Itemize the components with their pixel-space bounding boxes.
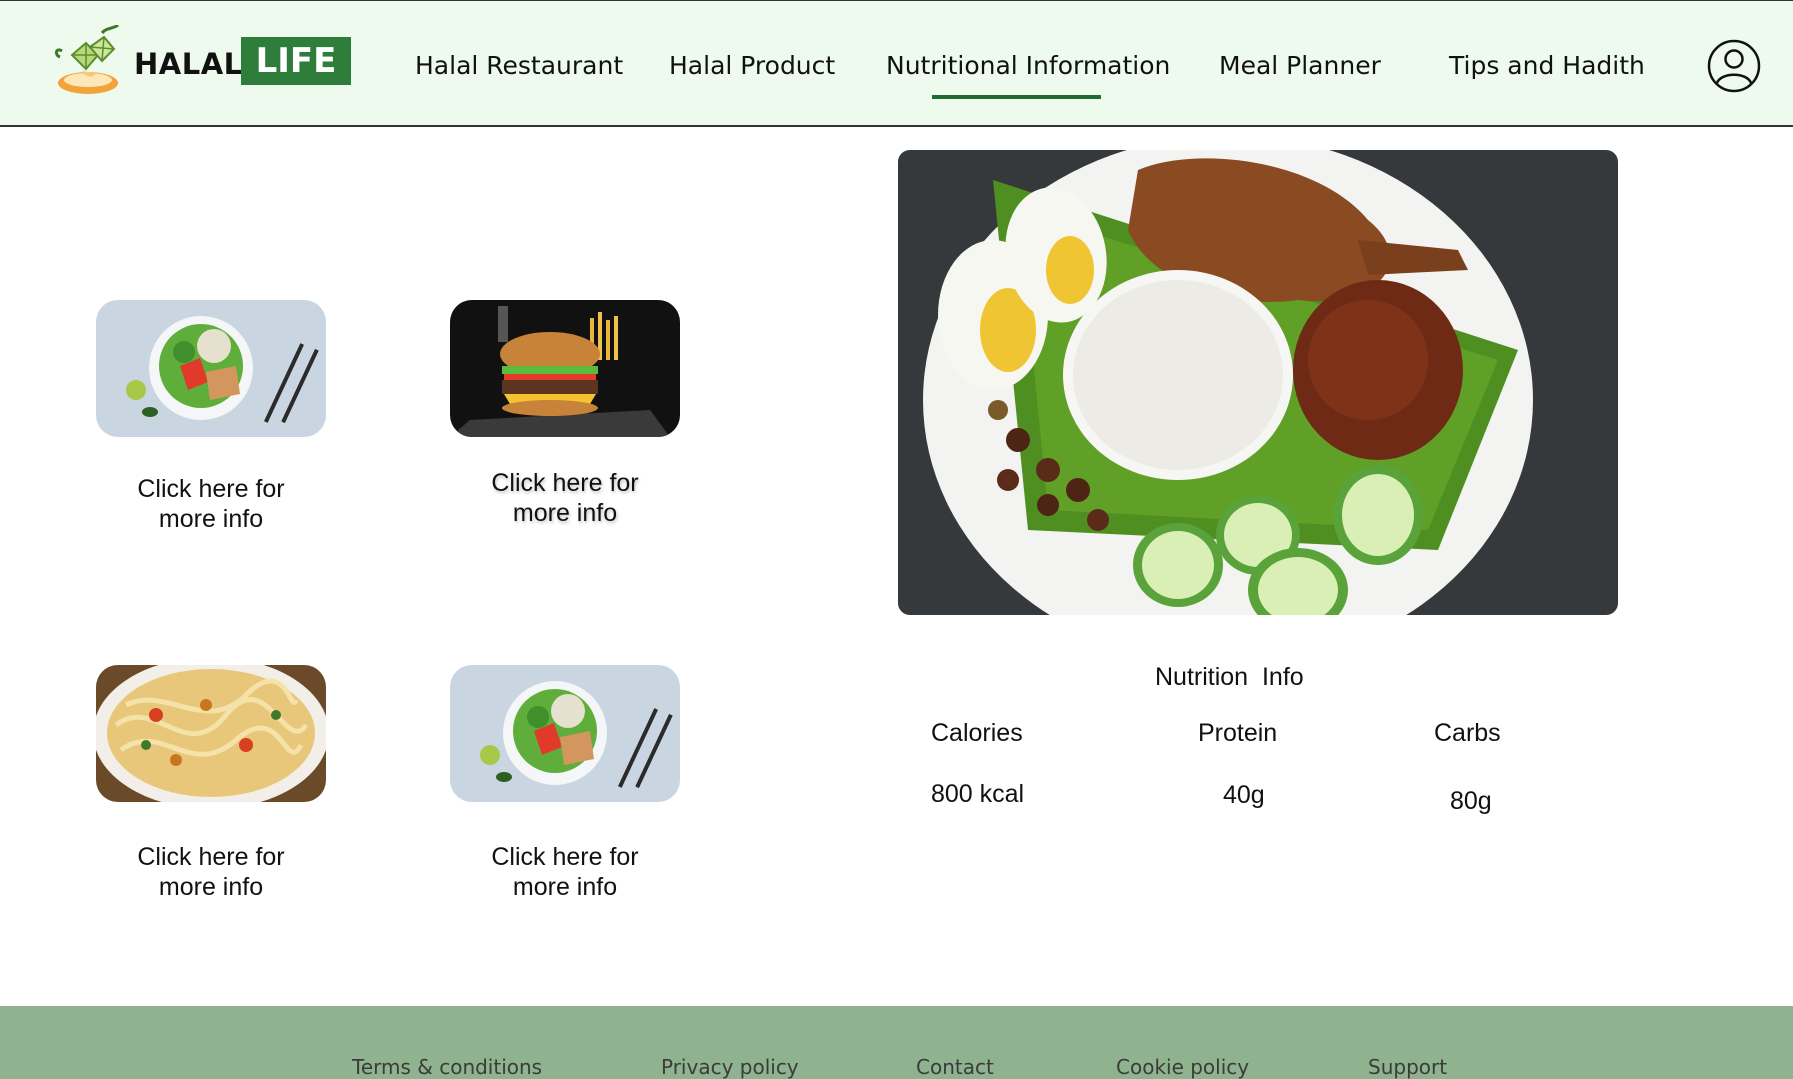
nutrition-header-protein: Protein [1198, 719, 1278, 747]
top-nav-bar: HALAL LIFE Halal Restaurant Halal Produc… [0, 0, 1793, 127]
logo-word-halal: HALAL [134, 47, 243, 81]
card-label-line2: more info [158, 505, 264, 533]
pasta-image [96, 665, 326, 802]
card-more-info-link[interactable]: Click here for more info [450, 468, 680, 528]
footer-link-support[interactable]: Support [1368, 1055, 1447, 1079]
nasi-lemak-plate-image [898, 150, 1618, 615]
food-thumb-burger[interactable] [450, 300, 680, 437]
card-more-info-link[interactable]: Click here for more info [450, 842, 680, 902]
footer-link-privacy[interactable]: Privacy policy [661, 1055, 799, 1079]
nav-nutritional-information[interactable]: Nutritional Information [886, 51, 1170, 80]
footer-link-terms[interactable]: Terms & conditions [352, 1055, 542, 1079]
nutrition-header-carbs: Carbs [1434, 719, 1501, 747]
salad-bowl-image [96, 300, 326, 437]
halal-life-logo[interactable]: HALAL LIFE [52, 25, 352, 105]
food-thumb-salad[interactable] [96, 300, 326, 437]
card-label-line1: Click here for [137, 843, 285, 871]
card-label-line2: more info [512, 499, 618, 527]
logo-word-life: LIFE [241, 37, 351, 85]
nav-tips-and-hadith[interactable]: Tips and Hadith [1449, 51, 1645, 80]
nav-halal-restaurant[interactable]: Halal Restaurant [415, 51, 623, 80]
card-label-line1: Click here for [491, 843, 639, 871]
nutrition-value-protein: 40g [1223, 781, 1265, 809]
footer-link-cookie[interactable]: Cookie policy [1116, 1055, 1249, 1079]
food-thumb-pasta[interactable] [96, 665, 326, 802]
food-thumb-salad[interactable] [450, 665, 680, 802]
nutrition-value-carbs: 80g [1450, 787, 1492, 815]
card-label-line2: more info [512, 873, 618, 901]
nutrition-value-calories: 800 kcal [931, 780, 1025, 808]
nav-halal-product[interactable]: Halal Product [669, 51, 835, 80]
active-nav-indicator [932, 95, 1101, 99]
salad-bowl-image [450, 665, 680, 802]
nutrition-info-title: Nutrition Info [1155, 663, 1304, 691]
card-label-line1: Click here for [137, 475, 285, 503]
card-more-info-link[interactable]: Click here for more info [96, 474, 326, 534]
logo-ketupat-icon [54, 25, 120, 94]
card-label-line2: more info [158, 873, 264, 901]
burger-image [450, 300, 680, 437]
nav-meal-planner[interactable]: Meal Planner [1219, 51, 1381, 80]
hero-dish-image [898, 150, 1618, 615]
footer-bar [0, 1006, 1793, 1079]
card-label-line1: Click here for [491, 469, 639, 497]
user-profile-icon[interactable] [1707, 39, 1761, 93]
nutrition-header-calories: Calories [931, 719, 1023, 747]
footer-link-contact[interactable]: Contact [916, 1055, 994, 1079]
card-more-info-link[interactable]: Click here for more info [96, 842, 326, 902]
